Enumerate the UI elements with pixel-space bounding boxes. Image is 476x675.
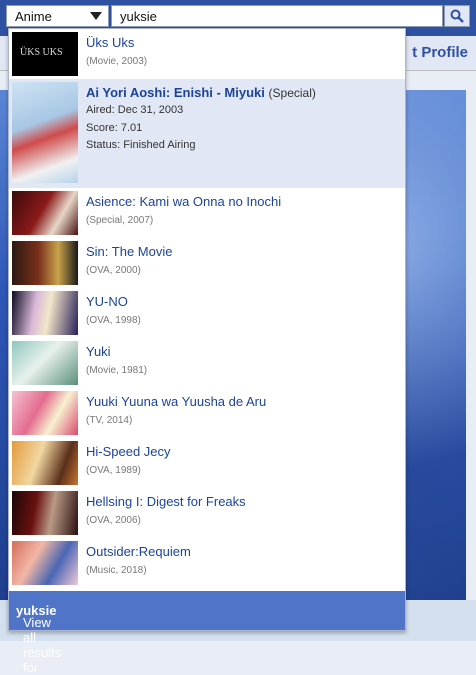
result-item[interactable]: Asience: Kami wa Onna no Inochi (Special… [9, 188, 405, 238]
view-all-results-button[interactable]: View all results for yuksie [9, 591, 405, 675]
result-title[interactable]: YU-NO [86, 294, 128, 309]
result-item-highlighted[interactable]: Ai Yori Aoshi: Enishi - Miyuki (Special)… [9, 79, 405, 188]
result-aired: Aired: Dec 31, 2003 [86, 104, 184, 116]
result-meta: (Music, 2018) [86, 565, 147, 576]
result-meta: (Movie, 2003) [86, 56, 148, 67]
result-status: Status: Finished Airing [86, 139, 196, 151]
result-thumbnail: ÜKS UKS [12, 32, 78, 76]
result-meta: (Special, 2007) [86, 215, 154, 226]
result-title[interactable]: Üks Uks [86, 35, 134, 50]
result-thumbnail [12, 491, 78, 535]
result-title[interactable]: Asience: Kami wa Onna no Inochi [86, 194, 281, 209]
view-all-prefix: View all results for [23, 615, 62, 675]
result-thumbnail [12, 391, 78, 435]
result-title[interactable]: Ai Yori Aoshi: Enishi - Miyuki (Special) [86, 85, 316, 100]
result-item[interactable]: ÜKS UKS Üks Uks (Movie, 2003) [9, 29, 405, 79]
result-item[interactable]: YU-NO (OVA, 1998) [9, 288, 405, 338]
result-title[interactable]: Yuuki Yuuna wa Yuusha de Aru [86, 394, 266, 409]
result-item[interactable]: Hellsing I: Digest for Freaks (OVA, 2006… [9, 488, 405, 538]
result-title[interactable]: Hellsing I: Digest for Freaks [86, 494, 246, 509]
thumbnail-caption: ÜKS UKS [20, 47, 63, 58]
result-score: Score: 7.01 [86, 122, 143, 134]
nav-profile-link[interactable]: t Profile [412, 44, 468, 61]
result-type: (Special) [268, 86, 316, 100]
result-title-text: Ai Yori Aoshi: Enishi - Miyuki [86, 85, 265, 100]
search-icon [450, 9, 464, 23]
result-meta: (Movie, 1981) [86, 365, 148, 376]
result-thumbnail [12, 82, 78, 183]
category-select-value: Anime [15, 9, 52, 24]
result-meta: (TV, 2014) [86, 415, 133, 426]
result-item[interactable]: Sin: The Movie (OVA, 2000) [9, 238, 405, 288]
result-thumbnail [12, 341, 78, 385]
result-item[interactable]: Hi-Speed Jecy (OVA, 1989) [9, 438, 405, 488]
result-title[interactable]: Outsider:Requiem [86, 544, 191, 559]
result-thumbnail [12, 441, 78, 485]
result-item[interactable]: Yuki (Movie, 1981) [9, 338, 405, 388]
result-item[interactable]: Yuuki Yuuna wa Yuusha de Aru (TV, 2014) [9, 388, 405, 438]
chevron-down-icon [90, 12, 102, 20]
result-thumbnail [12, 241, 78, 285]
result-thumbnail [12, 541, 78, 585]
result-thumbnail [12, 291, 78, 335]
result-item[interactable]: Outsider:Requiem (Music, 2018) [9, 538, 405, 590]
result-meta: (OVA, 1998) [86, 315, 141, 326]
result-meta: (OVA, 2000) [86, 265, 141, 276]
view-all-label: View all results for yuksie [16, 603, 61, 675]
result-thumbnail [12, 191, 78, 235]
category-select[interactable]: Anime [6, 5, 109, 27]
result-title[interactable]: Hi-Speed Jecy [86, 444, 171, 459]
search-input[interactable]: yuksie [111, 5, 443, 27]
search-bar: Anime yuksie [6, 5, 470, 29]
search-button[interactable] [444, 5, 470, 27]
result-meta: (OVA, 1989) [86, 465, 141, 476]
result-title[interactable]: Yuki [86, 344, 111, 359]
search-results-dropdown: ÜKS UKS Üks Uks (Movie, 2003) Ai Yori Ao… [8, 28, 406, 675]
result-title[interactable]: Sin: The Movie [86, 244, 172, 259]
result-meta: (OVA, 2006) [86, 515, 141, 526]
